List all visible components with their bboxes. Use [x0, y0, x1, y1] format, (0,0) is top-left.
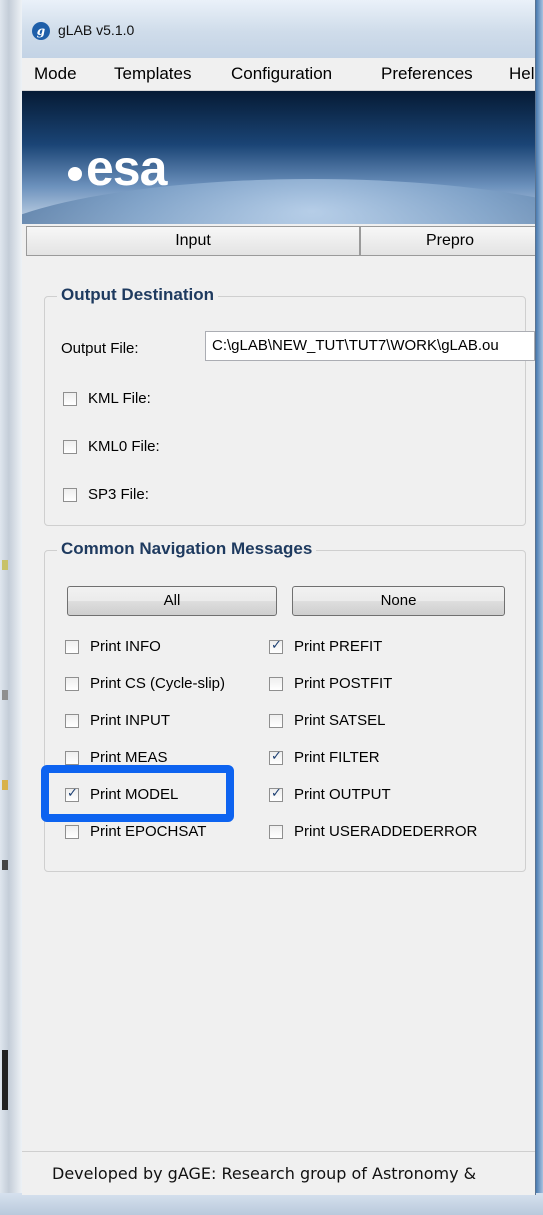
print-postfit-checkbox[interactable]	[269, 677, 283, 691]
print-model-highlight-box	[41, 765, 234, 822]
output-file-label: Output File:	[61, 340, 139, 357]
select-all-button[interactable]: All	[67, 586, 277, 616]
menu-bar: Mode Templates Configuration Preferences…	[22, 58, 535, 91]
print-prefit-checkbox[interactable]	[269, 638, 283, 654]
print-input-checkbox[interactable]	[65, 714, 79, 728]
print-satsel-label: Print SATSEL	[294, 712, 386, 729]
menu-templates[interactable]: Templates	[114, 64, 191, 84]
print-filter-checkbox[interactable]	[269, 749, 283, 765]
print-prefit-label: Print PREFIT	[294, 638, 383, 655]
footer-credit-text: Developed by gAGE: Research group of Ast…	[52, 1164, 477, 1183]
print-filter-label: Print FILTER	[294, 749, 380, 766]
kml-file-label: KML File:	[88, 390, 151, 407]
print-postfit-label: Print POSTFIT	[294, 675, 393, 692]
sp3-file-checkbox[interactable]	[63, 488, 77, 502]
adjacent-window-edge	[535, 0, 543, 1215]
tab-bar: Input Prepro	[22, 224, 535, 258]
print-epochsat-label: Print EPOCHSAT	[90, 823, 207, 840]
tab-content-panel: Output Destination Output File: C:\gLAB\…	[22, 258, 535, 1151]
title-bar[interactable]: g gLAB v5.1.0	[22, 0, 535, 58]
kml0-file-checkbox[interactable]	[63, 440, 77, 454]
common-navigation-messages-title: Common Navigation Messages	[57, 539, 317, 559]
glab-window: g gLAB v5.1.0 Mode Templates Configurati…	[22, 0, 536, 1195]
output-file-field[interactable]: C:\gLAB\NEW_TUT\TUT7\WORK\gLAB.ou	[205, 331, 535, 361]
print-input-label: Print INPUT	[90, 712, 171, 729]
glab-app-icon: g	[32, 22, 50, 40]
print-useraddederror-label: Print USERADDEDERROR	[294, 823, 478, 840]
tab-preprocess[interactable]: Prepro	[360, 226, 535, 256]
desktop-background-strip	[0, 0, 22, 1215]
print-cs-label: Print CS (Cycle-slip)	[90, 675, 226, 692]
print-output-checkbox[interactable]	[269, 786, 283, 802]
sp3-file-label: SP3 File:	[88, 486, 149, 503]
common-navigation-messages-group: Common Navigation Messages All None Prin…	[44, 539, 526, 872]
print-cs-checkbox[interactable]	[65, 677, 79, 691]
menu-preferences[interactable]: Preferences	[381, 64, 473, 84]
print-meas-label: Print MEAS	[90, 749, 168, 766]
menu-configuration[interactable]: Configuration	[231, 64, 332, 84]
print-info-label: Print INFO	[90, 638, 161, 655]
print-info-checkbox[interactable]	[65, 640, 79, 654]
esa-logo-text: esa	[86, 140, 167, 196]
print-epochsat-checkbox[interactable]	[65, 825, 79, 839]
esa-logo-dot	[68, 167, 82, 181]
select-none-button[interactable]: None	[292, 586, 505, 616]
print-output-label: Print OUTPUT	[294, 786, 391, 803]
menu-help[interactable]: Hel	[509, 64, 535, 84]
esa-logo: esa	[68, 140, 248, 203]
kml0-file-label: KML0 File:	[88, 438, 160, 455]
taskbar-strip	[0, 1193, 543, 1215]
print-useraddederror-checkbox[interactable]	[269, 825, 283, 839]
status-footer: Developed by gAGE: Research group of Ast…	[22, 1151, 535, 1195]
kml-file-checkbox[interactable]	[63, 392, 77, 406]
print-satsel-checkbox[interactable]	[269, 714, 283, 728]
print-meas-checkbox[interactable]	[65, 751, 79, 765]
tab-input[interactable]: Input	[26, 226, 360, 256]
output-destination-title: Output Destination	[57, 285, 218, 305]
menu-mode[interactable]: Mode	[34, 64, 77, 84]
esa-banner: esa	[22, 91, 535, 224]
window-title: gLAB v5.1.0	[58, 22, 135, 38]
output-destination-group: Output Destination Output File: C:\gLAB\…	[44, 285, 535, 526]
